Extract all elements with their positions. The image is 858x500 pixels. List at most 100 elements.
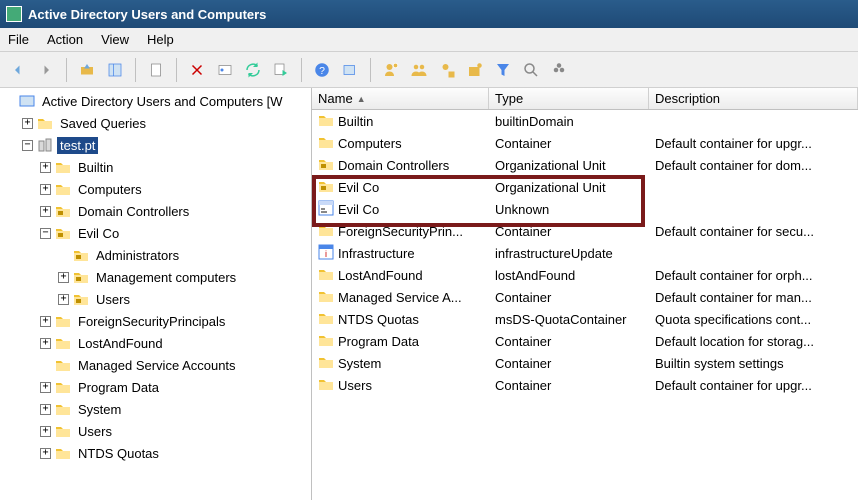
folder-icon [55,401,71,417]
list-row[interactable]: NTDS QuotasmsDS-QuotaContainerQuota spec… [312,308,858,330]
cell-name: iInfrastructure [312,244,489,263]
tree-root[interactable]: Active Directory Users and Computers [W [0,90,311,112]
new-user-button[interactable] [379,58,403,82]
tree-item[interactable]: + Management computers [0,266,311,288]
list-row[interactable]: LostAndFoundlostAndFoundDefault containe… [312,264,858,286]
expander-icon[interactable]: + [40,426,51,437]
find-button[interactable] [338,58,362,82]
tree-label: Managed Service Accounts [75,357,239,374]
tree-label: Active Directory Users and Computers [W [39,93,286,110]
list-row[interactable]: UsersContainerDefault container for upgr… [312,374,858,396]
tree-item[interactable]: +Program Data [0,376,311,398]
separator [135,58,136,82]
tree-item[interactable]: +LostAndFound [0,332,311,354]
tree-item[interactable]: − test.pt [0,134,311,156]
expander-icon[interactable]: + [40,184,51,195]
expander-icon[interactable]: + [40,382,51,393]
ou-icon [55,225,71,241]
new-group-button[interactable] [407,58,431,82]
cell-name: ForeignSecurityPrin... [312,223,489,240]
tree-item[interactable]: +Computers [0,178,311,200]
search-button[interactable] [519,58,543,82]
list-header: Name ▲ Type Description [312,88,858,110]
menu-view[interactable]: View [101,32,129,47]
list-row[interactable]: Evil CoUnknown [312,198,858,220]
separator [301,58,302,82]
expander-icon[interactable]: + [58,272,69,283]
menu-file[interactable]: File [8,32,29,47]
expander-icon[interactable]: + [22,118,33,129]
tree-label: ForeignSecurityPrincipals [75,313,228,330]
menu-help[interactable]: Help [147,32,174,47]
list-row[interactable]: iInfrastructureinfrastructureUpdate [312,242,858,264]
expander-icon[interactable]: + [58,294,69,305]
expander-icon [40,360,51,371]
tree-item[interactable]: +Builtin [0,156,311,178]
filter-button[interactable] [491,58,515,82]
expander-icon[interactable]: − [40,228,51,239]
properties-button[interactable] [213,58,237,82]
show-hide-button[interactable] [103,58,127,82]
expander-icon[interactable]: + [40,162,51,173]
tree-label: test.pt [57,137,98,154]
tree-item[interactable]: + System [0,398,311,420]
back-button[interactable] [6,58,30,82]
list-row[interactable]: Domain ControllersOrganizational UnitDef… [312,154,858,176]
help-button[interactable]: ? [310,58,334,82]
cut-button[interactable] [144,58,168,82]
tree-item[interactable]: +Domain Controllers [0,200,311,222]
expander-icon[interactable]: + [40,206,51,217]
tree-item[interactable]: + ForeignSecurityPrincipals [0,310,311,332]
list-row[interactable]: Managed Service A...ContainerDefault con… [312,286,858,308]
cell-type: Container [489,224,649,239]
cell-name: Users [312,377,489,394]
forward-button[interactable] [34,58,58,82]
tree-item[interactable]: +NTDS Quotas [0,442,311,464]
list-row[interactable]: Evil CoOrganizational Unit [312,176,858,198]
expander-icon[interactable]: + [40,404,51,415]
tree-label: Users [93,291,133,308]
list-row[interactable]: ForeignSecurityPrin...ContainerDefault c… [312,220,858,242]
folder-icon [318,267,334,284]
col-header-desc[interactable]: Description [649,88,858,109]
tree-pane[interactable]: Active Directory Users and Computers [W … [0,88,312,500]
up-button[interactable] [75,58,99,82]
cell-desc: Default location for storag... [649,334,858,349]
menu-action[interactable]: Action [47,32,83,47]
add-to-group-button[interactable] [463,58,487,82]
expander-icon[interactable]: + [40,338,51,349]
tree-label: System [75,401,124,418]
tree-label: Management computers [93,269,239,286]
tree-item[interactable]: + Users [0,288,311,310]
list-pane[interactable]: Name ▲ Type Description BuiltinbuiltinDo… [312,88,858,500]
expander-icon[interactable]: − [22,140,33,151]
folder-icon [55,335,71,351]
export-button[interactable] [269,58,293,82]
cell-type: Container [489,378,649,393]
tree-item[interactable]: +Users [0,420,311,442]
cell-desc: Quota specifications cont... [649,312,858,327]
ou-icon [73,291,89,307]
list-row[interactable]: Program DataContainerDefault location fo… [312,330,858,352]
col-header-name[interactable]: Name ▲ [312,88,489,109]
separator [66,58,67,82]
refresh-button[interactable] [241,58,265,82]
delete-button[interactable] [185,58,209,82]
cell-type: lostAndFound [489,268,649,283]
tree-item[interactable]: +Saved Queries [0,112,311,134]
raise-domain-button[interactable] [547,58,571,82]
cell-type: infrastructureUpdate [489,246,649,261]
ou-icon [318,179,334,196]
tree-item[interactable]: − Evil Co [0,222,311,244]
expander-icon[interactable]: + [40,448,51,459]
list-row[interactable]: BuiltinbuiltinDomain [312,110,858,132]
tree-item[interactable]: Managed Service Accounts [0,354,311,376]
list-row[interactable]: ComputersContainerDefault container for … [312,132,858,154]
expander-icon[interactable]: + [40,316,51,327]
new-ou-button[interactable] [435,58,459,82]
tree-item[interactable]: Administrators [0,244,311,266]
col-header-type[interactable]: Type [489,88,649,109]
list-row[interactable]: SystemContainerBuiltin system settings [312,352,858,374]
cell-desc: Default container for orph... [649,268,858,283]
tree-label: Evil Co [75,225,122,242]
